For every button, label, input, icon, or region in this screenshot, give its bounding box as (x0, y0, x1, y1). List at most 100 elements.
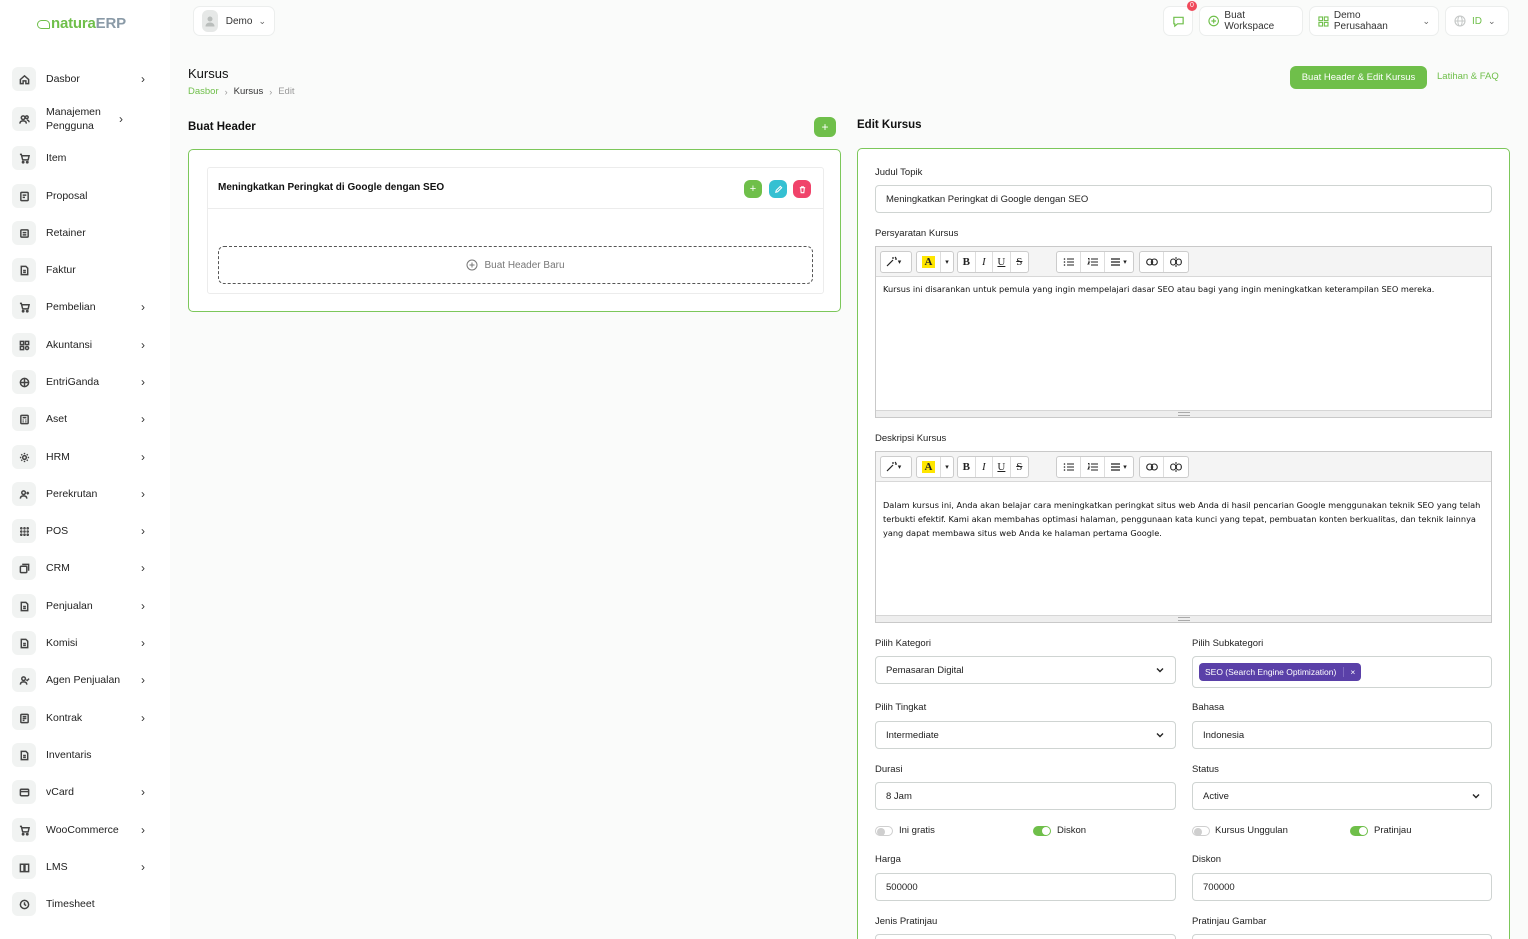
create-new-header-button[interactable]: Buat Header Baru (218, 246, 813, 284)
sidebar-item-retainer[interactable]: Retainer (12, 218, 162, 248)
plus-icon: + (821, 120, 829, 134)
sidebar-item-label: vCard (46, 786, 75, 798)
subcategory-multiselect[interactable]: SEO (Search Engine Optimization) × (1192, 656, 1492, 688)
users-icon (12, 107, 36, 131)
sidebar-item-label: Inventaris (46, 749, 92, 761)
sidebar-item-perekrutan[interactable]: Perekrutan › (12, 479, 162, 509)
user-menu[interactable]: Demo ⌄ (193, 6, 275, 36)
category-select[interactable]: Pemasaran Digital (875, 656, 1176, 684)
price-input[interactable]: 500000 (875, 873, 1176, 901)
align-icon[interactable]: ▾ (1105, 457, 1133, 477)
level-select[interactable]: Intermediate (875, 721, 1176, 749)
magic-icon[interactable]: ▾ (881, 457, 905, 477)
breadcrumb-courses[interactable]: Kursus (234, 86, 264, 97)
clock-icon (12, 892, 36, 916)
italic-icon[interactable]: I (976, 457, 994, 477)
sidebar-item-pos[interactable]: POS › (12, 516, 162, 546)
brand-logo[interactable]: naturaERP (37, 15, 126, 32)
underline-icon[interactable]: U (993, 252, 1011, 272)
sidebar-item-proposal[interactable]: Proposal (12, 181, 162, 211)
font-color-icon[interactable]: A (917, 457, 941, 477)
sidebar-item-item[interactable]: Item (12, 143, 162, 173)
sidebar-item-crm[interactable]: CRM › (12, 553, 162, 583)
caret-down-icon[interactable]: ▾ (941, 252, 953, 272)
create-header-edit-course-button[interactable]: Buat Header & Edit Kursus (1290, 66, 1427, 89)
preview-image-input[interactable] (1192, 934, 1492, 939)
retainer-icon (12, 221, 36, 245)
sidebar-item-pembelian[interactable]: Pembelian › (12, 292, 162, 322)
sidebar-item-akuntansi[interactable]: Akuntansi › (12, 330, 162, 360)
sidebar-item-agen-penjualan[interactable]: Agen Penjualan › (12, 665, 162, 695)
align-icon[interactable]: ▾ (1105, 252, 1133, 272)
sidebar-item-penjualan[interactable]: Penjualan › (12, 591, 162, 621)
company-name: Demo Perusahaan (1333, 10, 1388, 32)
font-color-icon[interactable]: A (917, 252, 941, 272)
numbered-list-icon[interactable] (1081, 252, 1105, 272)
company-switcher[interactable]: Demo Perusahaan ⌄ (1309, 6, 1439, 36)
underline-icon[interactable]: U (993, 457, 1011, 477)
discount-input[interactable]: 700000 (1192, 873, 1492, 901)
requirements-editor[interactable]: ▾ A ▾ B I U S ▾ Kursus ini disarankan untuk pem… (875, 246, 1492, 418)
language-input[interactable]: Indonesia (1192, 721, 1492, 749)
numbered-list-icon[interactable] (1081, 457, 1105, 477)
add-header-button[interactable]: + (814, 117, 836, 137)
create-workspace-button[interactable]: Buat Workspace (1199, 6, 1303, 36)
messages-button[interactable]: 0 (1163, 1, 1197, 36)
preview-toggle[interactable] (1350, 826, 1368, 836)
pencil-icon (774, 185, 782, 193)
sidebar-item-aset[interactable]: Aset › (12, 404, 162, 434)
delete-header-button[interactable] (793, 180, 811, 198)
bullet-list-icon[interactable] (1057, 252, 1081, 272)
chevron-right-icon: › (141, 450, 145, 464)
sidebar-item-manajemen-pengguna[interactable]: Manajemen Pengguna › (12, 104, 162, 134)
remove-tag-icon[interactable]: × (1343, 667, 1355, 677)
breadcrumb-dashboard[interactable]: Dasbor (188, 86, 219, 97)
sidebar-item-faktur[interactable]: Faktur (12, 255, 162, 285)
toolbar-group: A ▾ (916, 251, 954, 273)
sidebar-item-kontrak[interactable]: Kontrak › (12, 703, 162, 733)
sidebar-item-komisi[interactable]: Komisi › (12, 628, 162, 658)
contract-icon (12, 706, 36, 730)
bold-icon[interactable]: B (958, 457, 976, 477)
editor-resize-handle[interactable] (876, 410, 1491, 417)
sidebar-item-inventaris[interactable]: Inventaris (12, 740, 162, 770)
description-editor[interactable]: ▾ A ▾ B I U S ▾ Dalam kursus ini, Anda akan bel… (875, 451, 1492, 623)
topic-title-value: Meningkatkan Peringkat di Google dengan … (886, 193, 1089, 205)
sidebar-item-dasbor[interactable]: Dasbor › (12, 64, 162, 94)
description-text[interactable]: Dalam kursus ini, Anda akan belajar cara… (883, 498, 1481, 540)
duration-input[interactable]: 8 Jam (875, 782, 1176, 810)
requirements-text[interactable]: Kursus ini disarankan untuk pemula yang … (883, 282, 1481, 296)
italic-icon[interactable]: I (976, 252, 994, 272)
editor-resize-handle[interactable] (876, 615, 1491, 622)
free-course-toggle[interactable] (875, 826, 893, 836)
caret-down-icon[interactable]: ▾ (941, 457, 953, 477)
unlink-icon[interactable] (1164, 457, 1188, 477)
sidebar-item-label: Penjualan (46, 600, 93, 612)
preview-type-select[interactable] (875, 934, 1176, 939)
sidebar-item-hrm[interactable]: HRM › (12, 442, 162, 472)
preview-type-label: Jenis Pratinjau (875, 916, 938, 927)
magic-icon[interactable]: ▾ (881, 252, 905, 272)
discount-toggle[interactable] (1033, 826, 1051, 836)
status-select[interactable]: Active (1192, 782, 1492, 810)
sidebar-item-lms[interactable]: LMS › (12, 852, 162, 882)
faq-link[interactable]: Latihan & FAQ (1437, 71, 1499, 82)
strikethrough-icon[interactable]: S (1011, 457, 1028, 477)
unlink-icon[interactable] (1164, 252, 1188, 272)
sidebar-item-woocommerce[interactable]: WooCommerce › (12, 815, 162, 845)
strikethrough-icon[interactable]: S (1011, 252, 1028, 272)
link-icon[interactable] (1140, 252, 1164, 272)
link-icon[interactable] (1140, 457, 1164, 477)
language-switcher[interactable]: ID ⌄ (1445, 6, 1509, 36)
sidebar-item-entriganda[interactable]: EntriGanda › (12, 367, 162, 397)
sidebar-item-timesheet[interactable]: Timesheet (12, 889, 162, 919)
cart-icon (12, 146, 36, 170)
sidebar-item-vcard[interactable]: vCard › (12, 777, 162, 807)
bold-icon[interactable]: B (958, 252, 976, 272)
edit-header-button[interactable] (769, 180, 787, 198)
featured-course-toggle[interactable] (1192, 826, 1210, 836)
bullet-list-icon[interactable] (1057, 457, 1081, 477)
topic-title-input[interactable]: Meningkatkan Peringkat di Google dengan … (875, 185, 1492, 213)
add-lesson-button[interactable]: + (744, 180, 762, 198)
card-icon (12, 780, 36, 804)
